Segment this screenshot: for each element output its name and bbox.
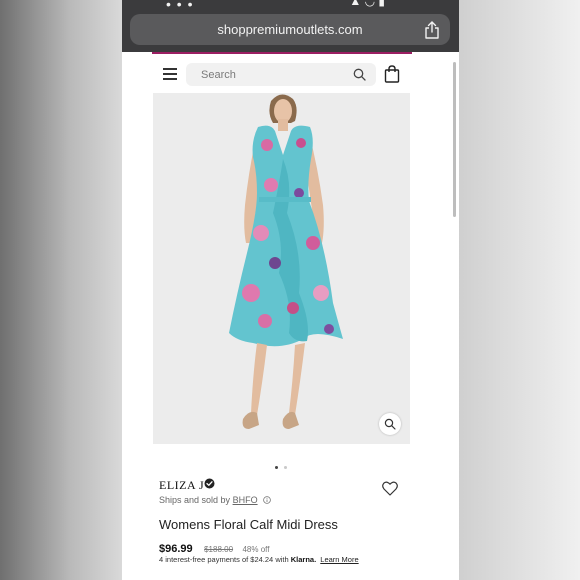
product-title: Womens Floral Calf Midi Dress: [159, 517, 338, 532]
truncated-text-line: [159, 574, 349, 578]
sale-price: $96.99: [159, 543, 193, 555]
search-placeholder: Search: [201, 69, 236, 81]
status-bar-right: ▲ ◡ ▮: [349, 0, 385, 8]
heart-icon[interactable]: [382, 481, 398, 496]
discount-percent: 48% off: [242, 545, 270, 554]
zoom-icon: [384, 418, 396, 430]
installments-text: 4 interest-free payments of $24.24 with: [159, 555, 289, 564]
share-icon[interactable]: [424, 21, 440, 39]
verified-icon: [204, 478, 215, 489]
gallery-dot[interactable]: [284, 466, 287, 469]
model-photo: [229, 94, 343, 429]
scrollbar[interactable]: [453, 62, 456, 217]
seller-link[interactable]: BHFO: [233, 495, 258, 505]
ships-prefix: Ships and sold by: [159, 495, 231, 505]
accent-line: [152, 52, 412, 54]
info-icon[interactable]: [263, 496, 271, 504]
address-bar[interactable]: shoppremiumoutlets.com: [130, 14, 450, 45]
phone-screen: • • • ▲ ◡ ▮ shoppremiumoutlets.com Searc…: [122, 0, 459, 580]
installments-info: 4 interest-free payments of $24.24 with …: [159, 555, 359, 564]
original-price: $188.00: [204, 545, 234, 554]
gallery-pagination: [272, 456, 290, 474]
search-input[interactable]: Search: [186, 63, 376, 86]
ships-and-sold-by: Ships and sold by BHFO: [159, 495, 271, 505]
learn-more-link[interactable]: Learn More: [320, 555, 358, 564]
browser-top-bar: • • • ▲ ◡ ▮ shoppremiumoutlets.com: [122, 0, 459, 52]
product-image[interactable]: [153, 93, 410, 444]
klarna-logo: Klarna.: [290, 555, 317, 564]
brand-name[interactable]: ELIZA J: [159, 478, 204, 493]
search-icon[interactable]: [353, 68, 366, 81]
status-bar-left: • • •: [166, 0, 194, 12]
url-text[interactable]: shoppremiumoutlets.com: [130, 22, 450, 37]
zoom-button[interactable]: [379, 413, 401, 435]
menu-icon[interactable]: [163, 68, 177, 80]
shopping-bag-icon[interactable]: [384, 65, 400, 83]
gallery-dot-active[interactable]: [275, 466, 278, 469]
